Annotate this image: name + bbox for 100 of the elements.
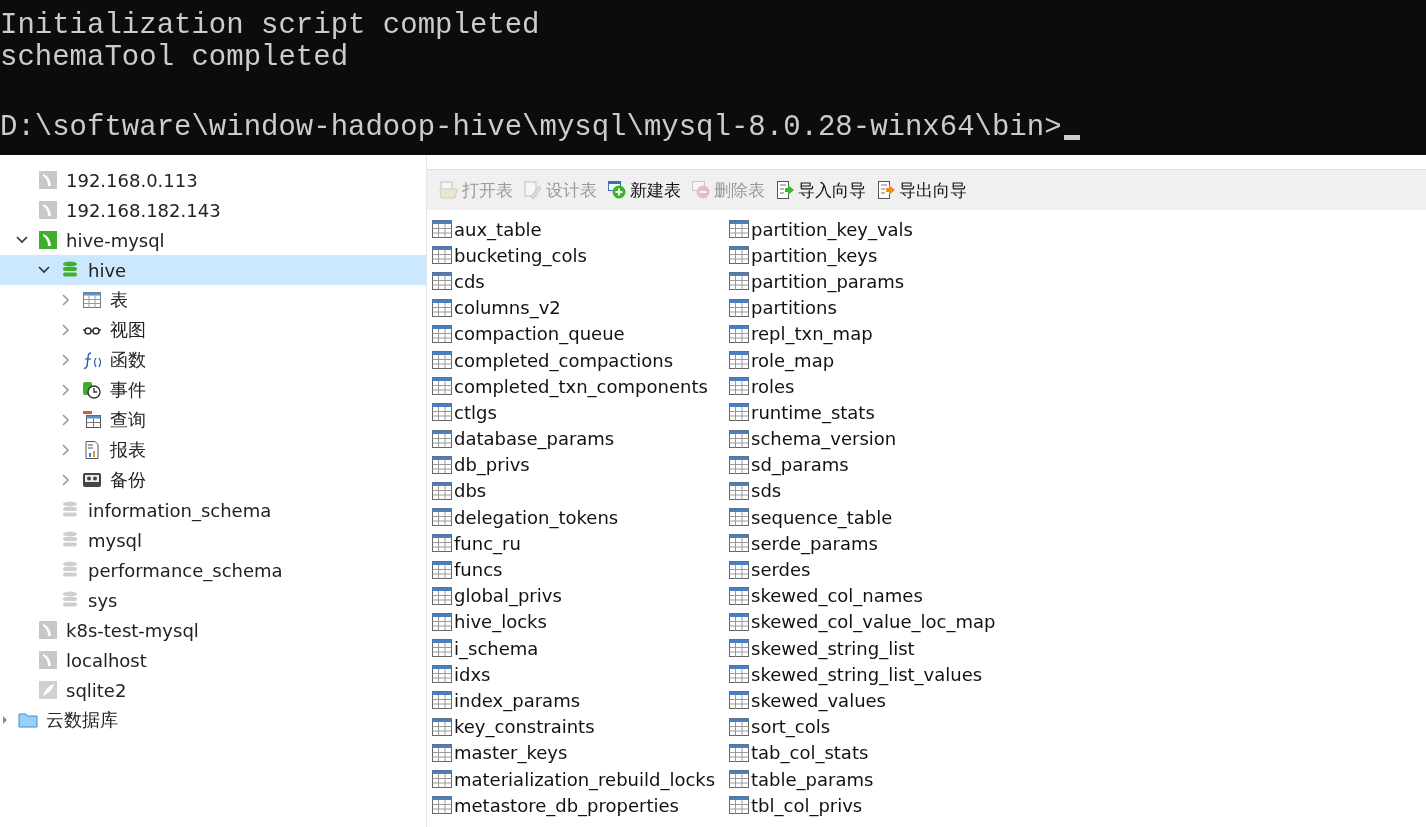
table-icon	[432, 560, 452, 579]
tree-item[interactable]: 报表	[0, 435, 426, 465]
feather-icon	[38, 680, 58, 700]
table-name[interactable]: i_schema	[454, 637, 539, 659]
table-icon	[432, 481, 452, 500]
expand-arrow-icon[interactable]	[2, 716, 8, 724]
table-name[interactable]: skewed_string_list	[751, 637, 915, 659]
table-name[interactable]: completed_txn_components	[454, 375, 708, 397]
table-name[interactable]: sequence_table	[751, 506, 893, 528]
tree-item[interactable]: 192.168.182.143	[0, 195, 426, 225]
tree-item[interactable]: 云数据库	[0, 705, 426, 735]
terminal-line: D:\software\window-hadoop-hive\mysql\mysql-8.0.28-winx64\bin>	[0, 112, 1062, 144]
tree-item[interactable]: 192.168.0.113	[0, 165, 426, 195]
table-name[interactable]: table_params	[751, 768, 874, 790]
tree-item[interactable]: 备份	[0, 465, 426, 495]
table-name[interactable]: compaction_queue	[454, 323, 625, 345]
connection-icon	[38, 620, 58, 640]
tree-item[interactable]: performance_schema	[0, 555, 426, 585]
tree-item[interactable]: localhost	[0, 645, 426, 675]
collapse-chevron-icon[interactable]	[38, 264, 50, 276]
table-icon	[729, 246, 749, 265]
table-name[interactable]: cds	[454, 270, 485, 292]
query-table-icon	[82, 410, 102, 430]
expand-chevron-icon[interactable]	[60, 414, 72, 426]
toolbar-button[interactable]: 导出向导	[874, 176, 969, 204]
expand-chevron-icon[interactable]	[60, 474, 72, 486]
table-name[interactable]: bucketing_cols	[454, 244, 587, 266]
tree-item[interactable]: 函数	[0, 345, 426, 375]
pencil-table-icon	[523, 180, 543, 200]
table-name[interactable]: partition_keys	[751, 244, 878, 266]
table-name[interactable]: roles	[751, 375, 795, 397]
tree-item[interactable]: mysql	[0, 525, 426, 555]
table-name[interactable]: skewed_col_names	[751, 585, 923, 607]
table-name[interactable]: skewed_string_list_values	[751, 663, 983, 685]
table-name[interactable]: tab_col_stats	[751, 742, 869, 764]
table-name[interactable]: funcs	[454, 559, 503, 581]
tree-item[interactable]: sys	[0, 585, 426, 615]
table-name[interactable]: serdes	[751, 559, 811, 581]
expand-chevron-icon[interactable]	[60, 384, 72, 396]
table-name[interactable]: partitions	[751, 297, 837, 319]
table-name[interactable]: dbs	[454, 480, 487, 502]
table-name[interactable]: runtime_stats	[751, 401, 875, 423]
table-icon	[729, 770, 749, 789]
table-name[interactable]: sd_params	[751, 454, 849, 476]
expand-chevron-icon[interactable]	[60, 354, 72, 366]
function-icon	[82, 350, 102, 370]
database-icon	[60, 590, 80, 610]
table-icon	[432, 272, 452, 291]
table-name[interactable]: materialization_rebuild_locks	[454, 768, 716, 790]
table-name[interactable]: tbl_col_privs	[751, 794, 863, 816]
table-name[interactable]: schema_version	[751, 428, 897, 450]
table-icon	[432, 691, 452, 710]
table-name[interactable]: database_params	[454, 428, 615, 450]
tree-item[interactable]: hive-mysql	[0, 225, 426, 255]
folder-table-icon	[439, 180, 459, 200]
table-icon	[729, 796, 749, 815]
toolbar-button[interactable]: 新建表	[605, 176, 683, 204]
table-name[interactable]: serde_params	[751, 532, 878, 554]
table-name[interactable]: skewed_col_value_loc_map	[751, 611, 996, 633]
table-name[interactable]: hive_locks	[454, 611, 547, 633]
table-name[interactable]: columns_v2	[454, 297, 561, 319]
table-icon	[432, 586, 452, 605]
tree-item[interactable]: 表	[0, 285, 426, 315]
table-name[interactable]: func_ru	[454, 532, 521, 554]
table-name[interactable]: partition_params	[751, 270, 905, 292]
table-name[interactable]: sds	[751, 480, 782, 502]
table-name[interactable]: key_constraints	[454, 716, 595, 738]
folder-icon	[18, 710, 38, 730]
table-name[interactable]: delegation_tokens	[454, 506, 619, 528]
tree-item[interactable]: 事件	[0, 375, 426, 405]
expand-chevron-icon[interactable]	[60, 294, 72, 306]
expand-chevron-icon[interactable]	[60, 324, 72, 336]
table-name[interactable]: ctlgs	[454, 401, 497, 423]
table-name[interactable]: completed_compactions	[454, 349, 674, 371]
table-name[interactable]: metastore_db_properties	[454, 794, 679, 816]
remove-table-icon	[691, 180, 711, 200]
tree-item[interactable]: 视图	[0, 315, 426, 345]
table-name[interactable]: role_map	[751, 349, 835, 371]
table-name[interactable]: sort_cols	[751, 716, 831, 738]
collapse-chevron-icon[interactable]	[16, 234, 28, 246]
table-name[interactable]: index_params	[454, 689, 581, 711]
table-name[interactable]: global_privs	[454, 585, 562, 607]
tree-item[interactable]: 查询	[0, 405, 426, 435]
table-name[interactable]: aux_table	[454, 218, 542, 240]
tree-item[interactable]: hive	[0, 255, 426, 285]
table-icon	[432, 639, 452, 658]
table-icon	[432, 796, 452, 815]
table-name[interactable]: partition_key_vals	[751, 218, 913, 240]
table-name[interactable]: db_privs	[454, 454, 530, 476]
table-name[interactable]: repl_txn_map	[751, 323, 873, 345]
table-name[interactable]: master_keys	[454, 742, 568, 764]
toolbar-button[interactable]: 导入向导	[773, 176, 868, 204]
database-icon	[60, 500, 80, 520]
expand-chevron-icon[interactable]	[60, 444, 72, 456]
tree-item[interactable]: sqlite2	[0, 675, 426, 705]
table-name[interactable]: skewed_values	[751, 689, 886, 711]
backup-icon	[82, 470, 102, 490]
table-name[interactable]: idxs	[454, 663, 491, 685]
tree-item[interactable]: information_schema	[0, 495, 426, 525]
tree-item[interactable]: k8s-test-mysql	[0, 615, 426, 645]
